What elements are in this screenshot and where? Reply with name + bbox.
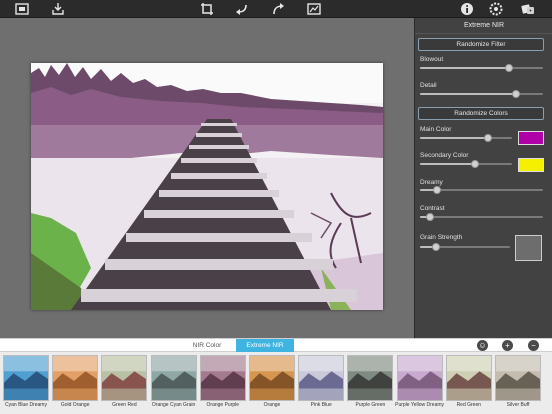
filter-thumbnail-strip: Cyan Blue Dreamy Gold Orange Green Red Oran… [0,352,552,414]
main-color-label: Main Color [420,126,452,133]
slider-knob[interactable] [425,213,434,221]
undo-icon[interactable] [234,1,250,17]
filter-thumbnail[interactable] [396,355,443,401]
info-icon[interactable] [459,1,475,17]
filter-thumbnail[interactable] [150,355,197,401]
remove-icon[interactable]: − [528,340,539,351]
filter-thumbnail[interactable] [249,355,295,401]
detail-slider[interactable] [420,90,543,98]
secondary-color-label: Secondary Color [420,152,469,159]
filter-thumbnail[interactable] [199,355,246,401]
filter-settings-panel: Extreme NIR Randomize Filter Blowout Det… [414,18,552,338]
settings-icon[interactable] [488,1,504,17]
grain-strength-label: Grain Strength [420,234,463,241]
detail-label: Detail [420,82,437,89]
filter-thumbnail[interactable] [52,355,99,401]
edited-photo [31,63,383,310]
filter-thumbnail[interactable] [298,355,345,401]
redo-icon[interactable] [270,1,286,17]
import-icon[interactable] [50,1,66,17]
filter-thumbnail-label: Orange Purple [206,402,240,408]
filter-thumbnail-label: Silver Buff [506,402,530,408]
filter-thumbnail-label: Red Green [456,402,482,408]
slider-knob[interactable] [504,64,513,72]
tab-extreme-nir[interactable]: Extreme NIR [236,339,294,352]
favorites-icon[interactable]: ☺ [477,340,488,351]
slider-knob[interactable] [471,160,480,168]
filter-thumbnail[interactable] [495,355,541,401]
filter-thumbnail-label: Purple Yellow Dreamy [395,402,445,408]
grain-preview[interactable] [515,235,542,261]
add-icon[interactable]: + [502,340,513,351]
slider-knob[interactable] [432,243,441,251]
crop-icon[interactable] [199,1,215,17]
app-window: Extreme NIR Randomize Filter Blowout Det… [0,0,552,414]
filter-thumbnail[interactable] [3,355,49,401]
dreamy-label: Dreamy [420,179,443,186]
filter-thumbnail-label: Pink Blue [310,402,332,408]
secondary-color-slider[interactable] [420,160,512,168]
frame-icon[interactable] [306,1,322,17]
filter-thumbnail[interactable] [101,355,148,401]
secondary-color-swatch[interactable] [518,158,544,172]
slider-knob[interactable] [511,90,520,98]
filter-thumbnail-label: Orange [263,402,281,408]
randomize-colors-button[interactable]: Randomize Colors [418,107,544,120]
filter-thumbnail[interactable] [347,355,394,401]
filter-thumbnail-label: Orange Cyan Grain [151,402,196,408]
filter-thumbnail-label: Green Red [112,402,137,408]
main-color-slider[interactable] [420,134,512,142]
slider-knob[interactable] [433,186,442,194]
top-toolbar [0,0,552,18]
filter-tabs-bar: NIR Color Extreme NIR ☺ + − [0,338,552,352]
slider-knob[interactable] [484,134,493,142]
blowout-label: Blowout [420,56,444,63]
panel-title: Extreme NIR [415,18,552,34]
image-canvas[interactable] [0,18,414,338]
filter-thumbnail-label: Cyan Blue Dreamy [5,402,47,408]
tab-nir-color[interactable]: NIR Color [178,339,236,352]
contrast-slider[interactable] [420,213,543,221]
dreamy-slider[interactable] [420,186,543,194]
filter-thumbnail-label: Purple Green [355,402,386,408]
dice-icon[interactable] [520,1,536,17]
grain-strength-slider[interactable] [420,243,510,251]
blowout-slider[interactable] [420,64,543,72]
randomize-filter-button[interactable]: Randomize Filter [418,38,544,51]
main-color-swatch[interactable] [518,131,544,145]
filter-thumbnail-label: Gold Orange [60,402,90,408]
filter-thumbnail[interactable] [445,355,492,401]
compare-icon[interactable] [14,1,30,17]
contrast-label: Contrast [420,205,445,212]
